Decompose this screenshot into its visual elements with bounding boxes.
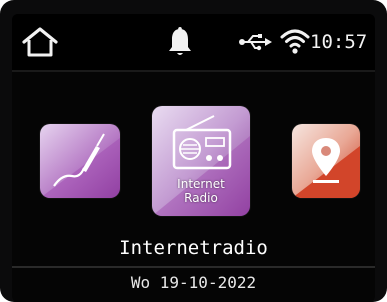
internet-radio-caption-line1: Internet bbox=[177, 177, 225, 191]
device-bezel: 10:57 Internet Radio Internetradio Wo 19… bbox=[0, 0, 387, 302]
home-icon[interactable] bbox=[20, 26, 60, 58]
wifi-icon bbox=[280, 26, 310, 56]
status-bar: 10:57 bbox=[12, 14, 375, 72]
internet-radio-caption-line2: Radio bbox=[184, 191, 218, 205]
menu-carousel[interactable]: Internet Radio bbox=[12, 72, 375, 222]
usb-icon bbox=[238, 32, 272, 52]
menu-title: Internetradio bbox=[119, 237, 268, 259]
menu-tile-local[interactable] bbox=[292, 124, 360, 198]
bell-icon bbox=[167, 26, 193, 58]
menu-tile-aux[interactable] bbox=[40, 124, 120, 198]
display-screen: 10:57 Internet Radio Internetradio Wo 19… bbox=[12, 14, 375, 302]
divider bbox=[12, 266, 375, 268]
clock: 10:57 bbox=[310, 31, 368, 53]
cable-icon bbox=[40, 124, 120, 198]
date-display: Wo 19-10-2022 bbox=[130, 273, 257, 292]
location-pin-icon bbox=[292, 124, 360, 198]
menu-tile-internet-radio[interactable]: Internet Radio bbox=[152, 106, 250, 216]
